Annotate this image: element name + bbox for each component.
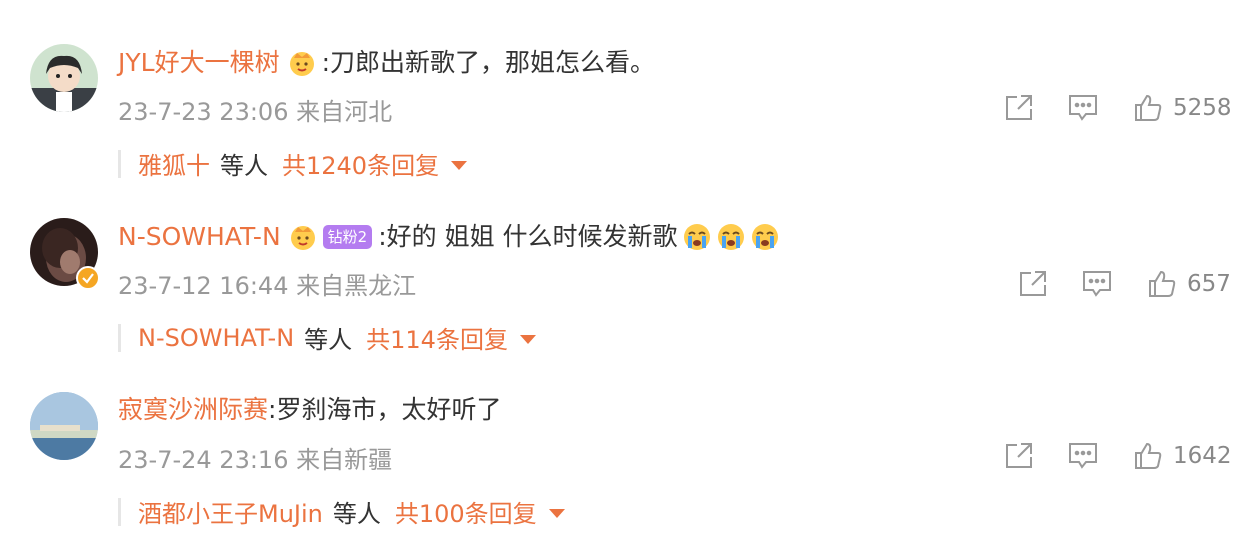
comment-actions: 1642 [0,436,1254,476]
comment-actions: 657 [0,264,1254,304]
crown-icon [289,223,317,251]
share-icon[interactable] [1003,436,1035,476]
reply-others-label: 等人 [220,152,268,180]
reply-count-link[interactable]: 共100条回复 [395,494,537,529]
like-button[interactable]: 5258 [1133,88,1232,128]
comment-line: JYL好大一棵树 :刀郎出新歌了，那姐怎么看。 [118,45,655,81]
username-link[interactable]: 寂寞沙洲际赛 [118,392,268,428]
comment-line: N-SOWHAT-N 钻粉2 :好的 姐姐 什么时候发新歌 [118,219,780,255]
replies-summary[interactable]: 雅狐十 等人 共1240条回复 [118,146,468,181]
thumbs-up-icon [1135,94,1162,121]
comment-text: :罗刹海市，太好听了 [268,395,502,424]
comment-actions: 5258 [0,88,1254,128]
username-link[interactable]: JYL好大一棵树 [118,45,280,81]
comment-item: 寂寞沙洲际赛 :罗刹海市，太好听了 23-7-24 23:16 来自新疆 164… [0,376,1254,546]
crown-icon [288,49,316,77]
reply-others-label: 等人 [304,326,353,354]
comment-icon[interactable] [1081,264,1113,304]
reply-count-link[interactable]: 共1240条回复 [282,146,439,181]
chevron-down-icon[interactable] [519,335,536,344]
username-link[interactable]: N-SOWHAT-N [118,219,281,255]
comment-text: :好的 姐姐 什么时候发新歌 [378,222,678,251]
replies-summary[interactable]: 酒都小王子MuJin 等人 共100条回复 [118,494,565,529]
replies-summary[interactable]: N-SOWHAT-N 等人 共114条回复 [118,320,536,355]
comment-item: N-SOWHAT-N 钻粉2 :好的 姐姐 什么时候发新歌 23-7-12 16… [0,200,1254,376]
crying-face-emoji [682,222,712,252]
share-icon[interactable] [1003,88,1035,128]
reply-user-link[interactable]: 雅狐十 [138,146,210,181]
reply-user-link[interactable]: 酒都小王子MuJin [138,494,323,529]
comment-item: JYL好大一棵树 :刀郎出新歌了，那姐怎么看。 23-7-23 23:06 来自… [0,0,1254,200]
crying-face-emoji [750,222,780,252]
comment-icon[interactable] [1067,88,1099,128]
crying-face-emoji [716,222,746,252]
share-icon[interactable] [1017,264,1049,304]
like-button[interactable]: 657 [1147,264,1231,304]
like-button[interactable]: 1642 [1133,436,1232,476]
thumbs-up-icon [1149,270,1176,297]
reply-user-link[interactable]: N-SOWHAT-N [138,324,294,352]
comment-line: 寂寞沙洲际赛 :罗刹海市，太好听了 [118,392,501,428]
fan-level-badge: 钻粉2 [322,225,373,249]
comment-text: :刀郎出新歌了，那姐怎么看。 [321,48,656,77]
like-count: 5258 [1173,95,1232,121]
reply-others-label: 等人 [332,500,381,528]
chevron-down-icon[interactable] [451,161,468,170]
reply-divider [118,497,121,526]
like-count: 1642 [1173,443,1232,469]
thumbs-up-icon [1135,442,1162,469]
reply-divider [118,323,121,352]
comment-icon[interactable] [1067,436,1099,476]
reply-divider [118,149,121,178]
chevron-down-icon[interactable] [548,509,565,518]
like-count: 657 [1187,271,1231,297]
reply-count-link[interactable]: 共114条回复 [366,320,508,355]
